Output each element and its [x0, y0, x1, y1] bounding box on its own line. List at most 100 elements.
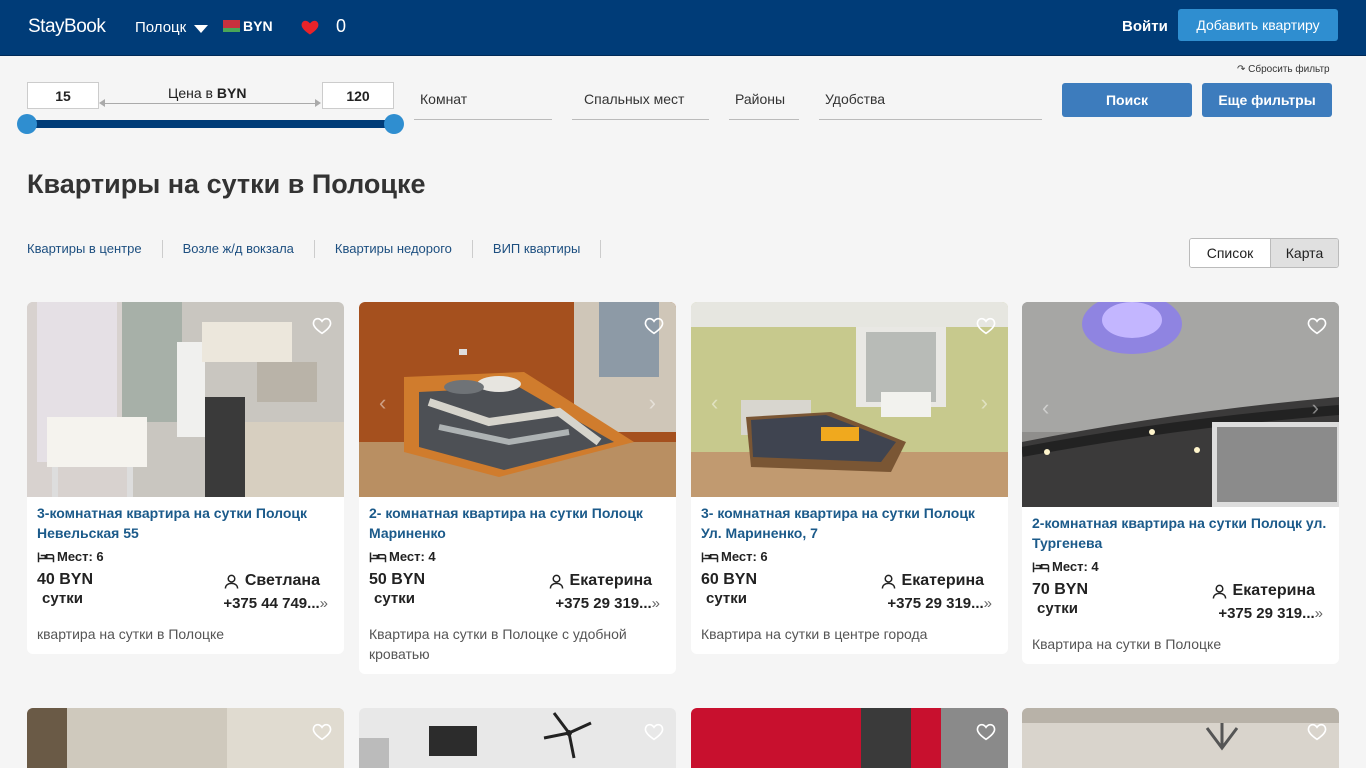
city-label: Полоцк [135, 19, 187, 36]
search-button[interactable]: Поиск [1062, 83, 1192, 117]
listing-price: 70 BYN сутки [1032, 581, 1089, 617]
caret-down-icon [194, 24, 209, 33]
user-icon [1212, 584, 1226, 599]
listing-photo-room [27, 708, 344, 768]
listing-card-partial[interactable] [691, 708, 1008, 768]
listing-card[interactable]: ‹ › 3- комнатная квартира на сутки Полоц… [691, 302, 1008, 654]
price-slider-track[interactable] [27, 120, 394, 128]
add-to-favorites-heart-icon[interactable] [644, 317, 664, 335]
chevron-right-double-icon: » [983, 595, 992, 612]
bedroom-photo [359, 302, 676, 497]
top-header: StayBook Полоцк BYN 0 Войти Добавить ква… [0, 0, 1366, 56]
add-to-favorites-heart-icon[interactable] [976, 317, 996, 335]
listing-photo-living [359, 708, 676, 768]
listing-photo-kitchen[interactable] [27, 302, 344, 497]
listing-card[interactable]: 3-комнатная квартира на сутки Полоцк Нев… [27, 302, 344, 654]
price-slider-min-handle[interactable] [17, 114, 37, 134]
beds-filter[interactable]: Спальных мест [572, 82, 709, 120]
listing-photo-bedroom[interactable]: ‹ › [359, 302, 676, 497]
view-list-button[interactable]: Список [1190, 239, 1270, 267]
listing-card[interactable]: ‹ › 2- комнатная квартира на сутки Полоц… [359, 302, 676, 674]
add-to-favorites-heart-icon[interactable] [312, 317, 332, 335]
listing-card-partial[interactable] [359, 708, 676, 768]
listing-phone[interactable]: +375 29 319...» [887, 595, 992, 612]
listing-price: 60 BYN сутки [701, 571, 758, 607]
next-photo-chevron-icon[interactable]: › [981, 390, 988, 416]
login-link[interactable]: Войти [1122, 18, 1168, 35]
listing-photo-red-kitchen [691, 708, 1008, 768]
listing-card[interactable]: ‹ › 2-комнатная квартира на сутки Полоцк… [1022, 302, 1339, 664]
listing-seats: Мест: 4 [1032, 559, 1329, 574]
more-filters-button[interactable]: Еще фильтры [1202, 83, 1332, 117]
listing-seats: Мест: 4 [369, 549, 666, 564]
listing-description: квартира на сутки в Полоцке [37, 626, 225, 642]
favorites-count: 0 [336, 16, 347, 36]
view-map-button[interactable]: Карта [1270, 239, 1338, 267]
add-to-favorites-heart-icon[interactable] [644, 723, 664, 741]
chevron-right-double-icon: » [651, 595, 660, 612]
add-to-favorites-heart-icon[interactable] [976, 723, 996, 741]
listing-title[interactable]: 3- комнатная квартира на сутки Полоцк Ул… [701, 503, 998, 543]
currency-label: BYN [243, 18, 273, 34]
listing-host: Екатерина [881, 572, 984, 590]
listing-seats: Мест: 6 [701, 549, 998, 564]
listing-title[interactable]: 2-комнатная квартира на сутки Полоцк ул.… [1032, 513, 1329, 553]
listing-title[interactable]: 3-комнатная квартира на сутки Полоцк Нев… [37, 503, 334, 543]
city-selector[interactable]: Полоцк [135, 19, 209, 36]
chevron-right-double-icon: » [319, 595, 328, 612]
price-min-input[interactable]: 15 [27, 82, 99, 109]
listing-description: Квартира на сутки в Полоцке с удобной кр… [369, 626, 627, 662]
listing-card-partial[interactable] [1022, 708, 1339, 768]
next-photo-chevron-icon[interactable]: › [649, 390, 656, 416]
quick-link-vip[interactable]: ВИП квартиры [473, 240, 602, 258]
bed-icon [369, 552, 387, 562]
listing-description: Квартира на сутки в Полоцке [1032, 636, 1222, 652]
logo[interactable]: StayBook [28, 16, 106, 38]
prev-photo-chevron-icon[interactable]: ‹ [1042, 395, 1049, 421]
price-slider-max-handle[interactable] [384, 114, 404, 134]
listing-seats: Мест: 6 [37, 549, 334, 564]
listing-price: 40 BYN сутки [37, 571, 94, 607]
listing-description: Квартира на сутки в центре города [701, 626, 928, 642]
listing-host: Светлана [224, 572, 320, 590]
prev-photo-chevron-icon[interactable]: ‹ [711, 390, 718, 416]
price-label: Цена в BYN [168, 85, 247, 101]
page-title: Квартиры на сутки в Полоцке [27, 169, 426, 199]
listing-title[interactable]: 2- комнатная квартира на сутки Полоцк Ма… [369, 503, 666, 543]
listing-phone[interactable]: +375 29 319...» [1218, 605, 1323, 622]
listing-price: 50 BYN сутки [369, 571, 426, 607]
listing-phone[interactable]: +375 29 319...» [555, 595, 660, 612]
quick-link-cheap[interactable]: Квартиры недорого [315, 240, 473, 258]
ceiling-photo [1022, 302, 1339, 507]
currency-selector[interactable]: BYN [223, 18, 273, 34]
listing-photo-ceiling[interactable]: ‹ › [1022, 302, 1339, 507]
districts-filter[interactable]: Районы [729, 82, 799, 120]
prev-photo-chevron-icon[interactable]: ‹ [379, 390, 386, 416]
listing-host: Екатерина [549, 572, 652, 590]
listing-photo-hall [1022, 708, 1339, 768]
add-to-favorites-heart-icon[interactable] [1307, 317, 1327, 335]
favorites-button[interactable]: 0 [300, 16, 346, 37]
next-photo-chevron-icon[interactable]: › [1312, 395, 1319, 421]
add-to-favorites-heart-icon[interactable] [1307, 723, 1327, 741]
amenities-filter[interactable]: Удобства [819, 82, 1042, 120]
add-apartment-button[interactable]: Добавить квартиру [1178, 9, 1338, 41]
kitchen-photo [27, 302, 344, 497]
rooms-filter[interactable]: Комнат [414, 82, 552, 120]
user-icon [224, 574, 239, 589]
user-icon [881, 574, 895, 589]
user-icon [549, 574, 563, 589]
listing-phone[interactable]: +375 44 749...» [223, 595, 328, 612]
price-max-input[interactable]: 120 [322, 82, 394, 109]
bed-icon [37, 552, 55, 562]
bedroom-green-photo [691, 302, 1008, 497]
quick-link-station[interactable]: Возле ж/д вокзала [163, 240, 315, 258]
listing-photo-bedroom-green[interactable]: ‹ › [691, 302, 1008, 497]
listing-card-partial[interactable] [27, 708, 344, 768]
bed-icon [701, 552, 719, 562]
add-to-favorites-heart-icon[interactable] [312, 723, 332, 741]
bed-icon [1032, 562, 1050, 572]
quick-link-center[interactable]: Квартиры в центре [27, 240, 163, 258]
heart-icon [301, 20, 319, 34]
reset-filter-link[interactable]: ↷ Сбросить фильтр [1237, 64, 1330, 75]
